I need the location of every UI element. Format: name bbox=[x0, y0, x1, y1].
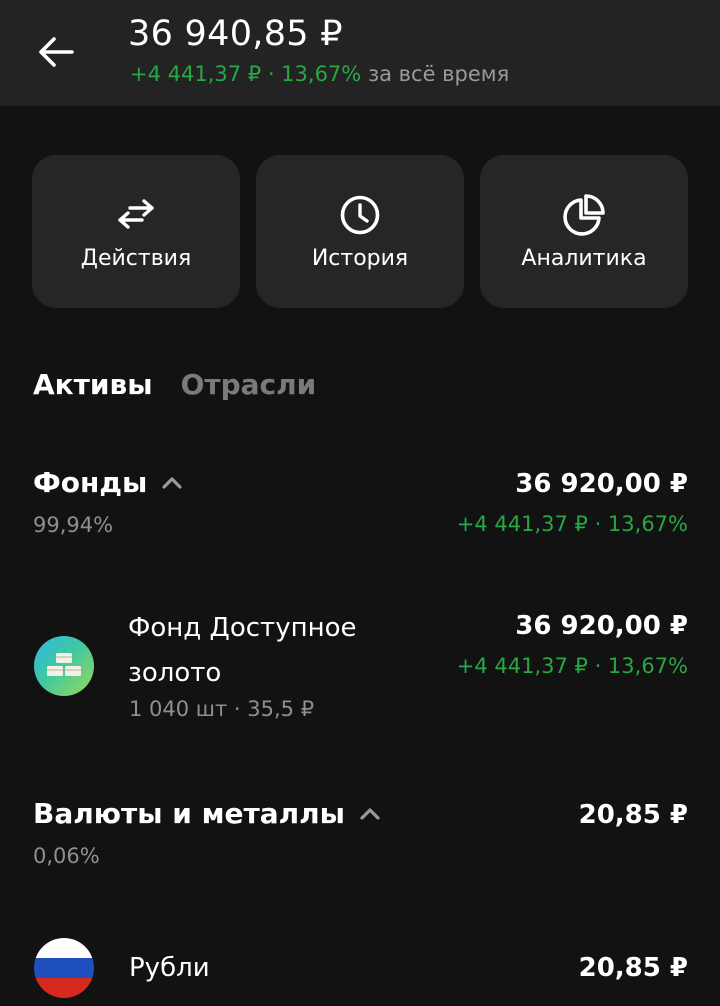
rubles-name: Рубли bbox=[129, 953, 210, 983]
fund-change: +4 441,37 ₽ · 13,67% bbox=[456, 654, 688, 678]
group-funds-change: +4 441,37 ₽ · 13,67% bbox=[456, 512, 688, 536]
actions-label: Действия bbox=[80, 246, 192, 271]
group-funds-amount: 36 920,00 ₽ bbox=[515, 469, 688, 499]
transfer-arrows-icon bbox=[112, 191, 160, 239]
russia-flag-icon bbox=[34, 938, 94, 998]
group-currencies-amount: 20,85 ₽ bbox=[578, 800, 688, 830]
group-funds-title: Фонды bbox=[33, 466, 148, 499]
fund-quantity: 1 040 шт · 35,5 ₽ bbox=[129, 697, 315, 721]
group-currencies-header[interactable]: Валюты и металлы bbox=[33, 797, 381, 830]
gold-bars-icon bbox=[34, 636, 94, 696]
actions-button[interactable]: Действия bbox=[32, 155, 240, 308]
rubles-amount: 20,85 ₽ bbox=[578, 953, 688, 983]
portfolio-change-value: +4 441,37 ₽ · 13,67% bbox=[130, 62, 362, 86]
group-funds-share: 99,94% bbox=[33, 513, 114, 537]
history-label: История bbox=[311, 246, 409, 271]
fund-amount: 36 920,00 ₽ bbox=[515, 611, 688, 641]
group-funds-header[interactable]: Фонды bbox=[33, 466, 183, 499]
analytics-button[interactable]: Аналитика bbox=[480, 155, 688, 308]
chevron-up-icon bbox=[360, 807, 380, 820]
tab-industries[interactable]: Отрасли bbox=[181, 368, 317, 401]
portfolio-total: 36 940,85 ₽ bbox=[128, 14, 343, 54]
pie-chart-icon bbox=[560, 191, 608, 239]
chevron-up-icon bbox=[162, 476, 182, 489]
fund-name: Фонд Доступное золото bbox=[128, 613, 357, 688]
group-currencies-title: Валюты и металлы bbox=[33, 797, 345, 830]
analytics-label: Аналитика bbox=[521, 246, 647, 271]
top-bar: 36 940,85 ₽ +4 441,37 ₽ · 13,67% за всё … bbox=[0, 0, 720, 106]
portfolio-change-period: за всё время bbox=[367, 62, 510, 86]
tabs: Активы Отрасли bbox=[33, 368, 316, 401]
tab-assets[interactable]: Активы bbox=[33, 368, 153, 401]
group-currencies-share: 0,06% bbox=[33, 844, 100, 868]
clock-icon bbox=[336, 191, 384, 239]
back-arrow-icon[interactable] bbox=[36, 30, 76, 74]
portfolio-change: +4 441,37 ₽ · 13,67% за всё время bbox=[130, 62, 509, 86]
action-cards: Действия История Аналитика bbox=[32, 155, 688, 308]
history-button[interactable]: История bbox=[256, 155, 464, 308]
